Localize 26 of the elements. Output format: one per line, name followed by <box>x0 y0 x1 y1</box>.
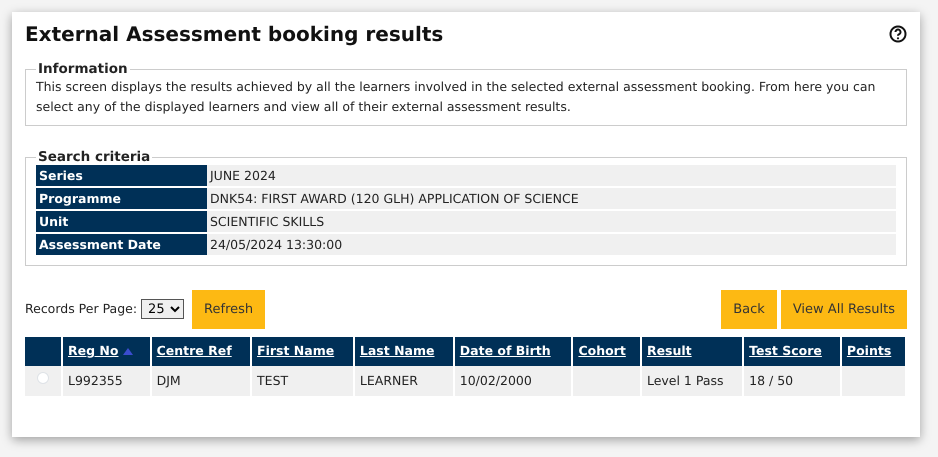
table-cell: TEST <box>257 372 288 388</box>
table-cell: LEARNER <box>360 372 418 388</box>
table-cell: 18 / 50 <box>749 372 794 388</box>
table-cell: Level 1 Pass <box>646 372 724 388</box>
criteria-value: SCIENTIFIC SKILLS <box>207 210 896 233</box>
criteria-label: Assessment Date <box>36 232 207 256</box>
section-legend: Search criteria <box>36 150 152 165</box>
section-legend: Information <box>36 62 130 77</box>
records-per-page-select[interactable]: 25 <box>141 299 184 320</box>
table-cell: DJM <box>156 372 181 388</box>
help-icon[interactable] <box>889 25 907 43</box>
records-per-page-label: Records Per Page: <box>25 300 138 318</box>
criteria-label: Programme <box>36 186 207 210</box>
row-radio[interactable] <box>36 372 50 384</box>
information-text: This screen displays the results achieved by all the learners involved in the selected external assessment booking. From here you can select any of the displayed learners and view all of their external assessment results. <box>36 78 876 116</box>
table-cell: L992355 <box>68 372 123 388</box>
criteria-label: Series <box>36 164 207 187</box>
toolbar-button[interactable]: View All Results <box>780 290 907 330</box>
page-title: External Assessment booking results <box>25 22 444 46</box>
criteria-value: 24/05/2024 13:30:00 <box>207 232 896 256</box>
criteria-label: Unit <box>36 210 207 233</box>
toolbar-button[interactable]: Back <box>721 290 777 330</box>
criteria-value: JUNE 2024 <box>207 164 896 187</box>
refresh-button[interactable]: Refresh <box>192 290 266 330</box>
criteria-value: DNK54: FIRST AWARD (120 GLH) APPLICATION OF SCIENCE <box>207 186 896 210</box>
table-cell: 10/02/2000 <box>460 372 532 388</box>
